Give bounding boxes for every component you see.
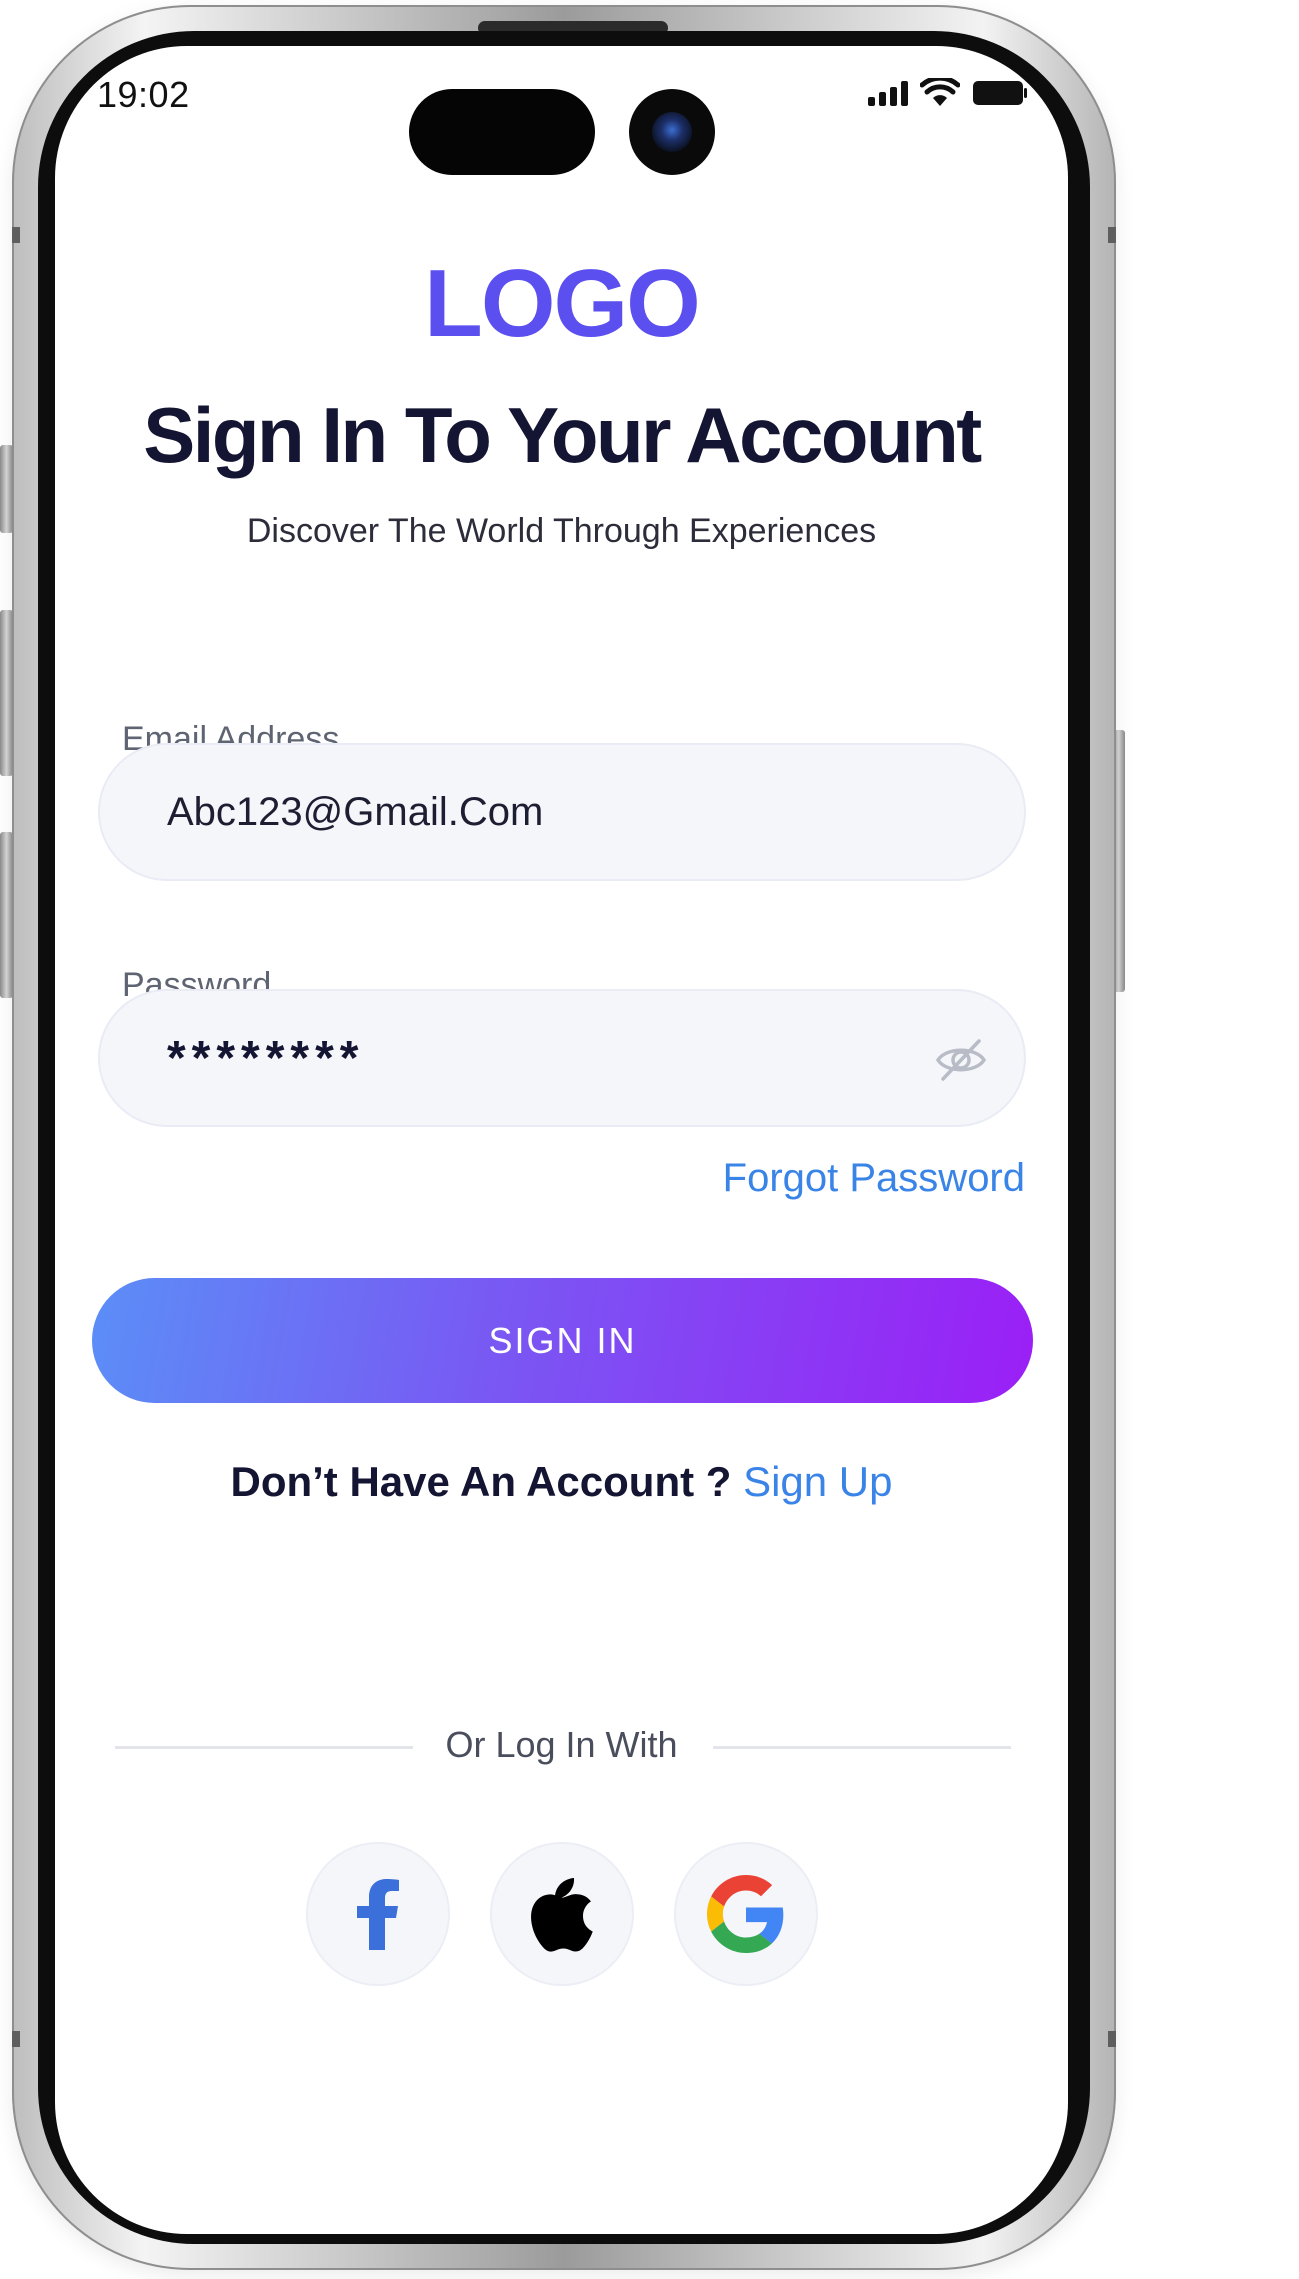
password-input[interactable]: ******** <box>167 1031 364 1086</box>
wifi-icon <box>920 78 960 106</box>
sign-in-button[interactable]: SIGN IN <box>92 1278 1033 1403</box>
social-divider-label: Or Log In With <box>445 1724 678 1765</box>
sign-up-link[interactable]: Sign Up <box>743 1458 892 1505</box>
apple-icon <box>531 1878 593 1952</box>
password-field[interactable]: ******** <box>98 989 1026 1127</box>
cellular-signal-icon <box>868 80 908 106</box>
divider-right <box>713 1746 1011 1749</box>
app-screen: 19:02 LOGO Sign In To Your Account Disco… <box>55 46 1068 2234</box>
front-camera <box>629 89 715 175</box>
app-logo: LOGO <box>424 250 701 357</box>
google-login-button[interactable] <box>674 1842 818 1986</box>
page-subtitle: Discover The World Through Experiences <box>246 512 877 550</box>
facebook-login-button[interactable] <box>306 1842 450 1986</box>
status-icons <box>868 78 1028 108</box>
antenna-band <box>12 227 20 243</box>
signup-prompt-text: Don’t Have An Account ? <box>230 1458 732 1505</box>
antenna-band <box>1108 227 1116 243</box>
eye-off-icon[interactable] <box>934 1035 988 1085</box>
status-time: 19:02 <box>97 74 190 115</box>
antenna-band <box>12 2031 20 2047</box>
email-field[interactable] <box>98 743 1026 881</box>
antenna-band <box>1108 2031 1116 2047</box>
page-title: Sign In To Your Account <box>143 391 982 479</box>
signup-prompt-row: Don’t Have An Account ? Sign Up <box>55 1458 1068 1506</box>
google-icon <box>707 1875 784 1953</box>
battery-icon <box>973 81 1027 105</box>
email-input[interactable] <box>167 789 887 835</box>
forgot-password-link[interactable]: Forgot Password <box>723 1156 1025 1201</box>
facebook-icon <box>357 1879 399 1950</box>
dynamic-island <box>409 89 595 175</box>
device-mockup: 19:02 LOGO Sign In To Your Account Disco… <box>0 0 1299 2279</box>
apple-login-button[interactable] <box>490 1842 634 1986</box>
